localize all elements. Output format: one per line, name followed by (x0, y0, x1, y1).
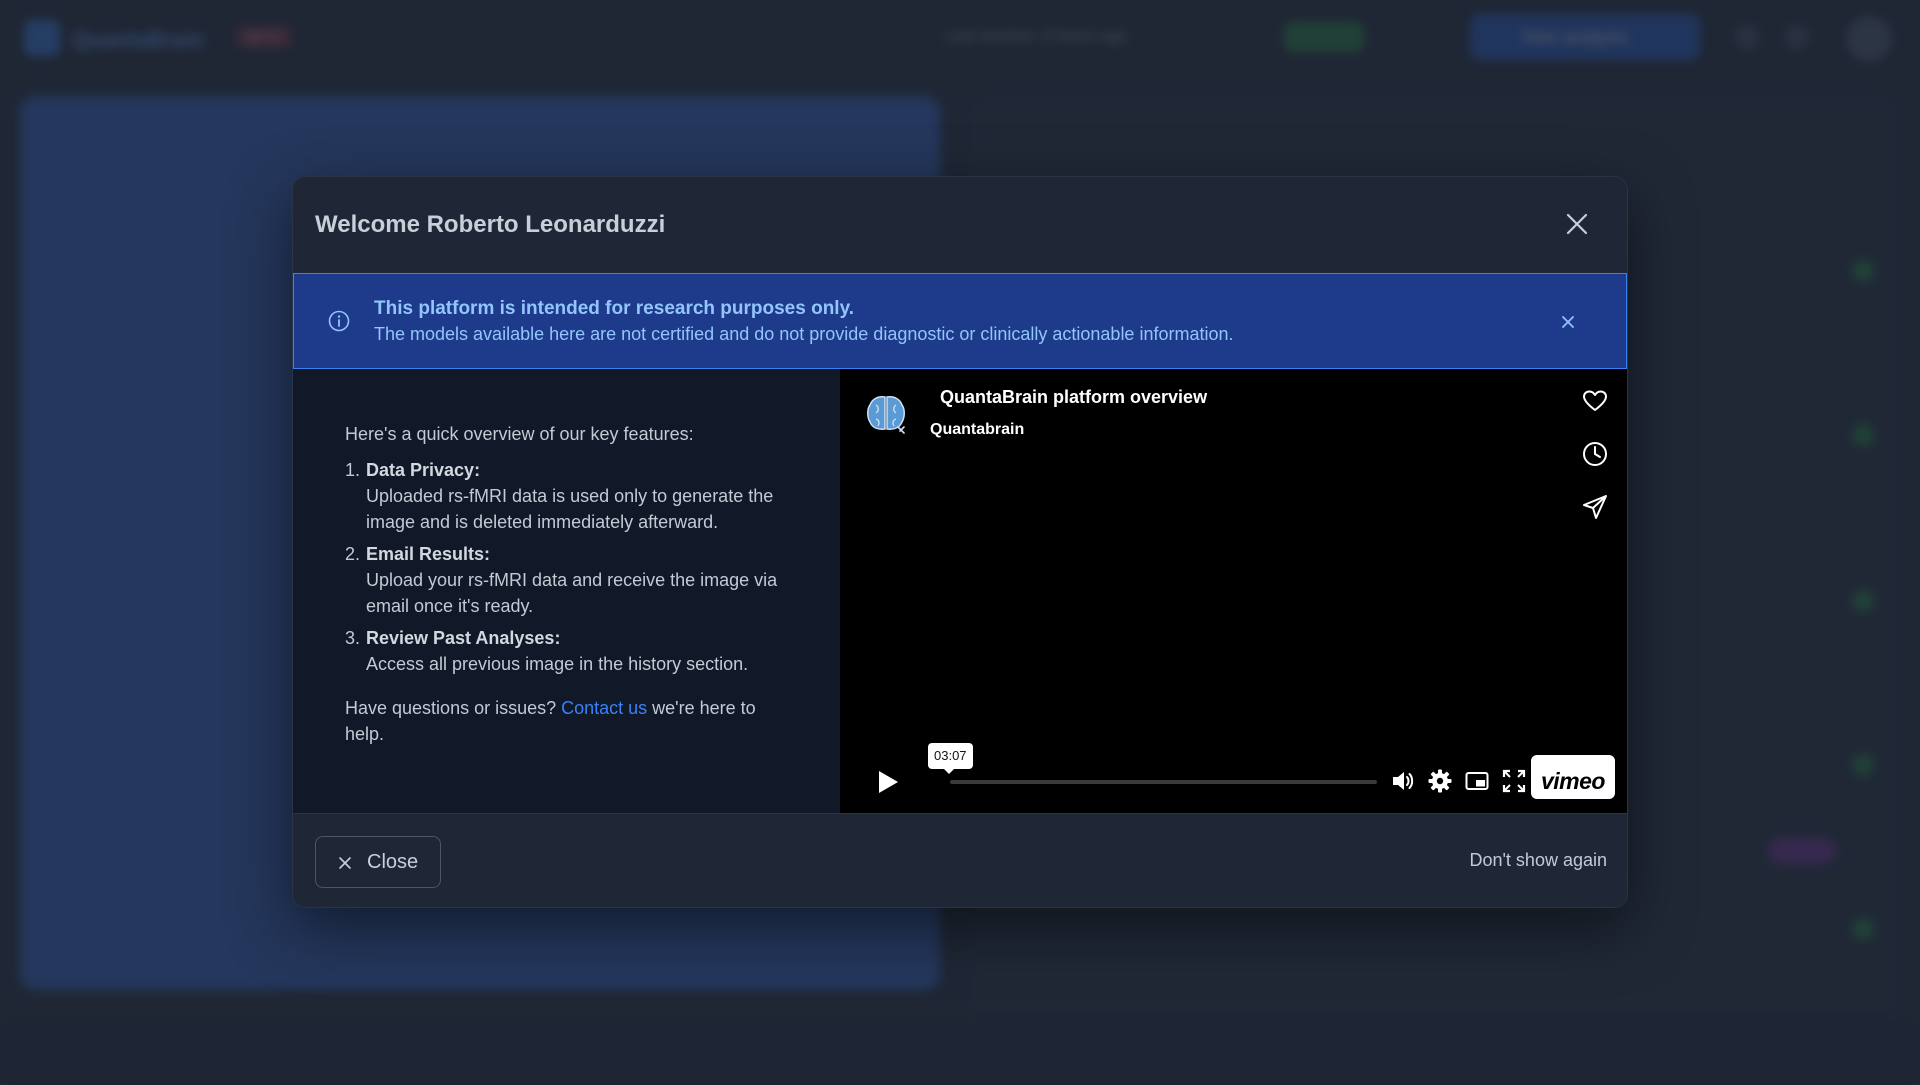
contact-us-link[interactable]: Contact us (561, 698, 647, 718)
close-icon (338, 856, 352, 870)
feature-title: Email Results: (366, 544, 491, 564)
modal-header: Welcome Roberto Leonarduzzi (293, 177, 1627, 273)
feature-title: Review Past Analyses: (366, 628, 561, 648)
feature-number: 1. (345, 460, 361, 480)
picture-in-picture-icon[interactable] (1464, 768, 1490, 794)
quantabrain-logo-icon[interactable] (864, 391, 908, 435)
fullscreen-icon[interactable] (1501, 768, 1527, 794)
video-title[interactable]: QuantaBrain platform overview (940, 387, 1207, 408)
video-duration: 03:07 (928, 743, 973, 774)
alert-body: The models available here are not certif… (374, 324, 1234, 344)
feature-item-review-past-analyses: 3. Review Past Analyses: Access all prev… (345, 625, 785, 677)
research-disclaimer-alert: This platform is intended for research p… (293, 273, 1627, 369)
video-player[interactable]: QuantaBrain platform overview Quantabrai… (840, 369, 1627, 813)
video-channel[interactable]: Quantabrain (930, 421, 1024, 439)
clock-icon[interactable] (1581, 440, 1609, 468)
feature-item-data-privacy: 1. Data Privacy: Uploaded rs-fMRI data i… (345, 457, 785, 535)
features-list: 1. Data Privacy: Uploaded rs-fMRI data i… (345, 457, 785, 683)
video-progress-bar[interactable] (950, 780, 1377, 784)
feature-description: Access all previous image in the history… (366, 654, 749, 674)
help-text: Have questions or issues? Contact us we'… (345, 695, 785, 747)
vimeo-logo[interactable]: vimeo (1531, 755, 1615, 799)
heart-icon[interactable] (1581, 387, 1609, 415)
features-intro: Here's a quick overview of our key featu… (345, 424, 694, 444)
feature-title: Data Privacy: (366, 460, 481, 480)
modal-footer: Close Don't show again (293, 813, 1627, 907)
info-icon (328, 310, 350, 332)
modal-title: Welcome Roberto Leonarduzzi (315, 211, 666, 238)
close-button-label: Close (367, 851, 419, 873)
play-icon[interactable] (876, 769, 900, 795)
help-prefix: Have questions or issues? (345, 698, 562, 718)
feature-number: 2. (345, 544, 361, 564)
feature-item-email-results: 2. Email Results: Upload your rs-fMRI da… (345, 541, 785, 619)
feature-number: 3. (345, 628, 361, 648)
alert-title: This platform is intended for research p… (374, 298, 855, 319)
volume-icon[interactable] (1390, 768, 1416, 794)
feature-description: Upload your rs-fMRI data and receive the… (366, 570, 778, 616)
welcome-modal: Welcome Roberto Leonarduzzi This platfor… (292, 176, 1628, 908)
send-icon[interactable] (1581, 493, 1609, 521)
feature-description: Uploaded rs-fMRI data is used only to ge… (366, 486, 774, 532)
close-button[interactable]: Close (315, 836, 441, 888)
close-icon[interactable] (1563, 210, 1591, 238)
dont-show-again-button[interactable]: Don't show again (1469, 850, 1607, 871)
alert-close-icon[interactable] (1560, 314, 1576, 330)
gear-icon[interactable] (1427, 768, 1453, 794)
